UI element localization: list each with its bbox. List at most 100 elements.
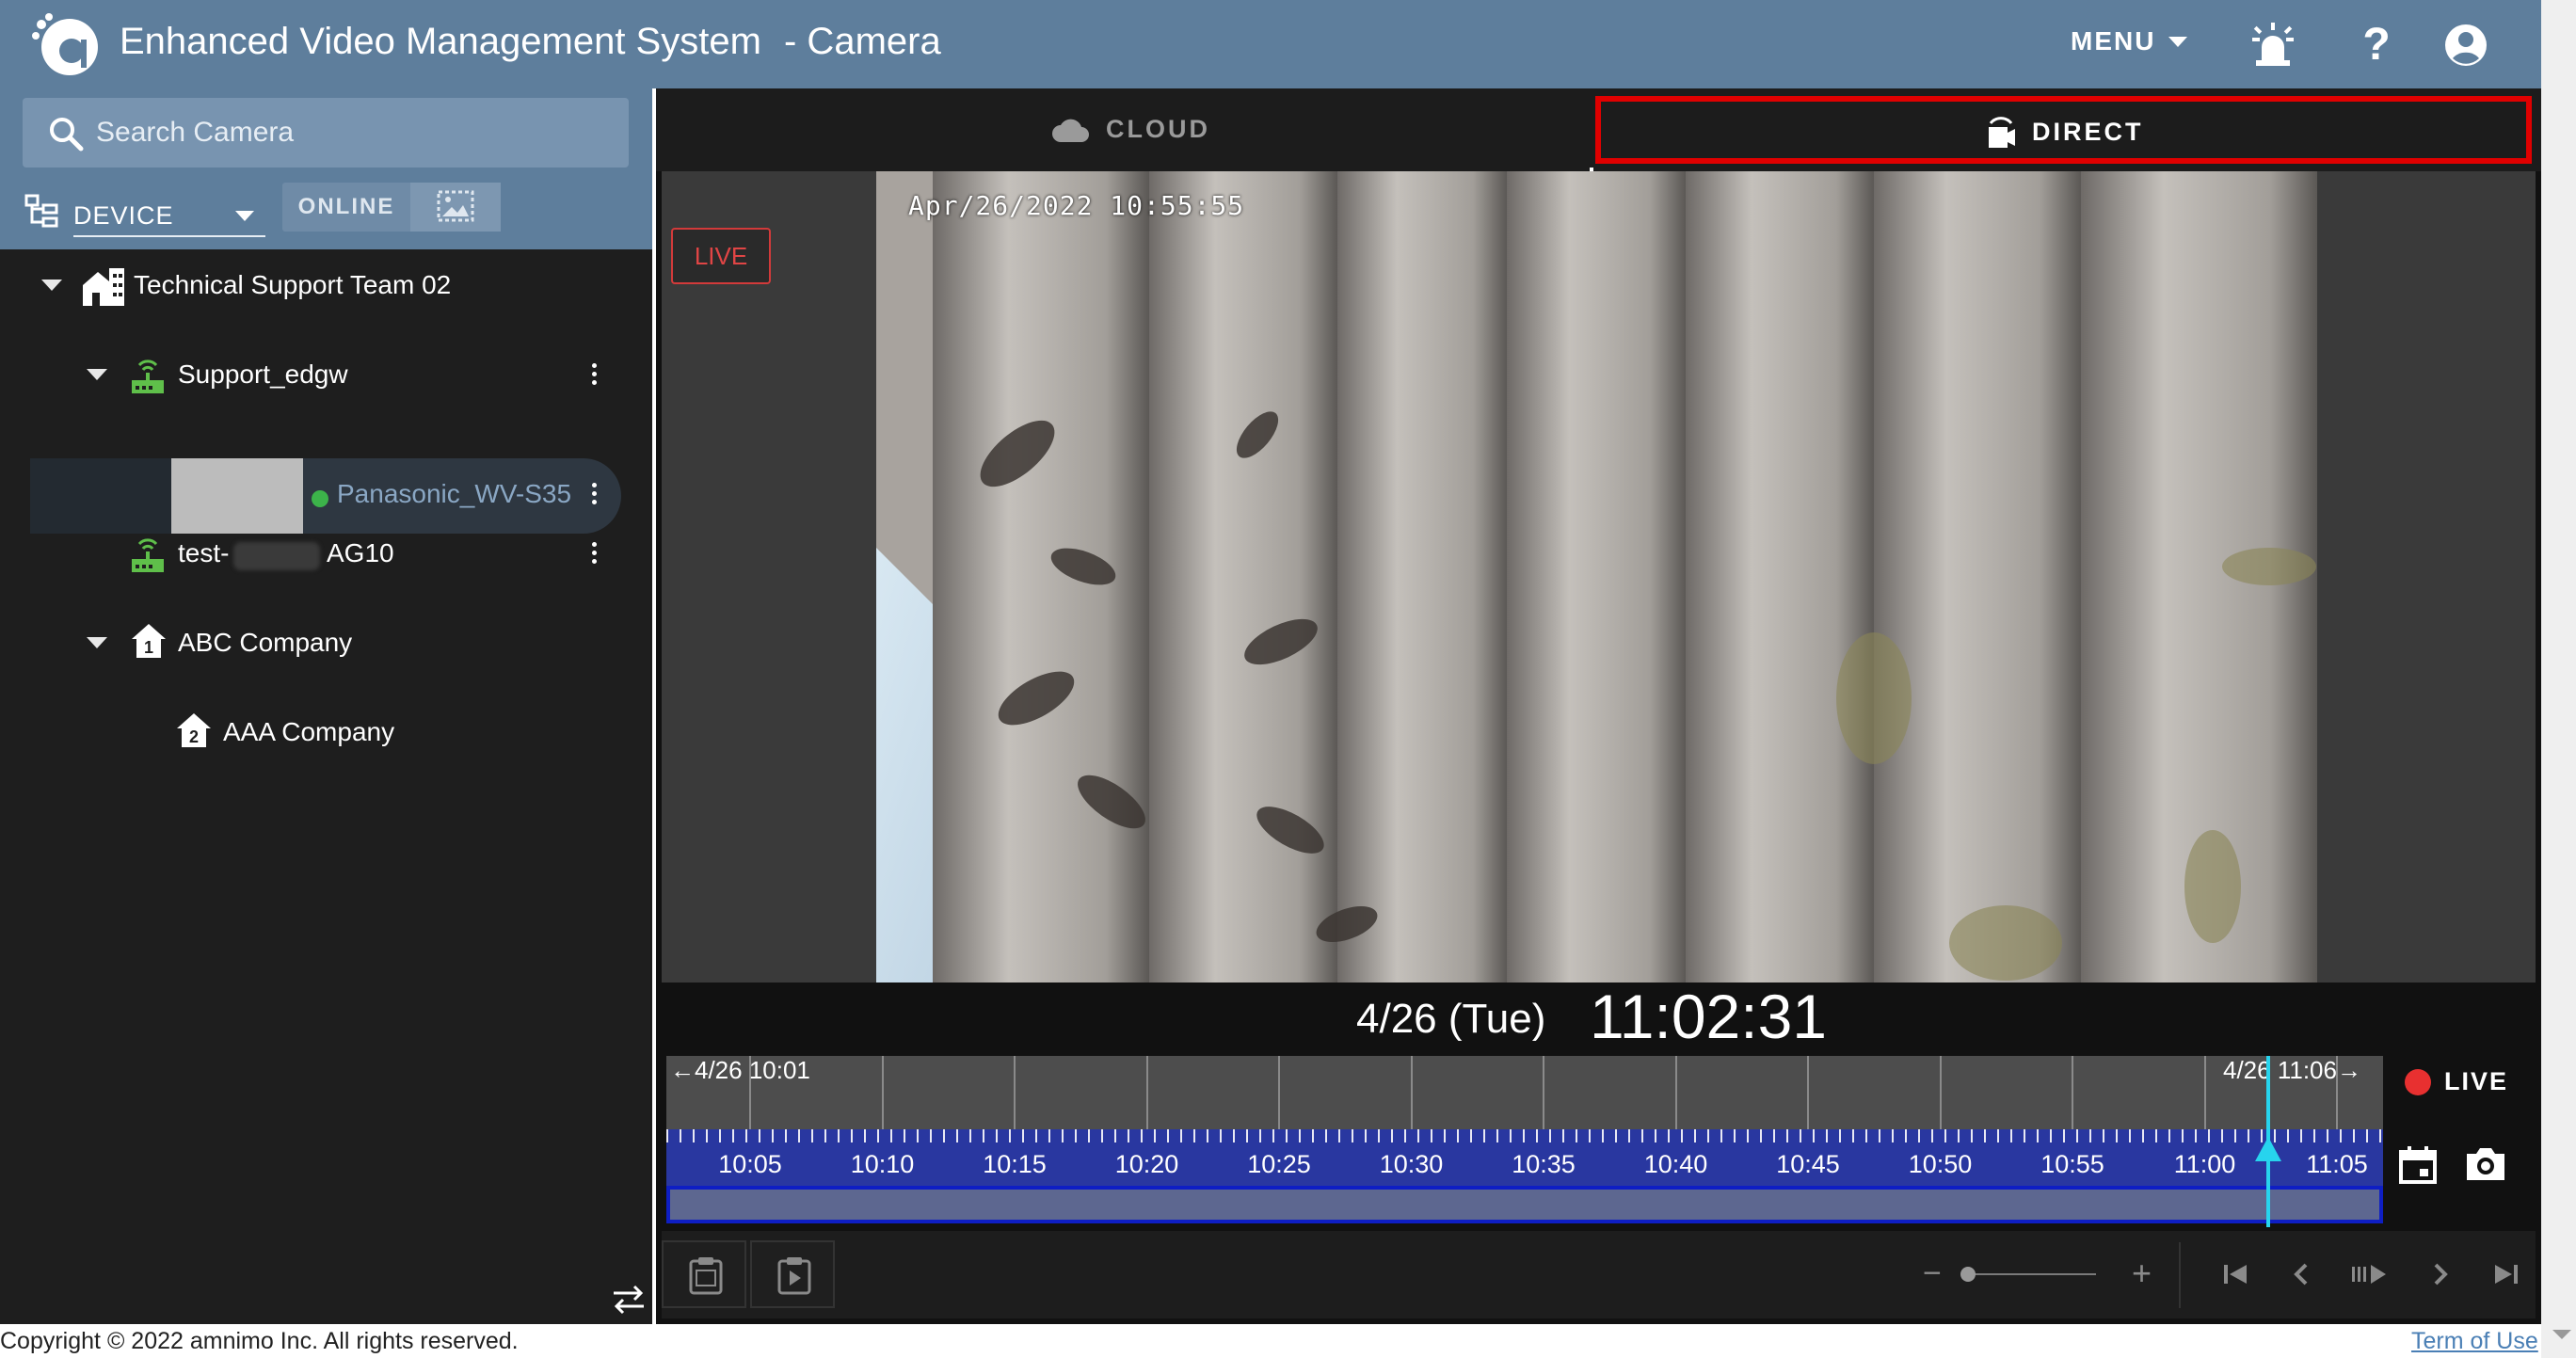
playback-controls: − +: [662, 1231, 2536, 1318]
timeline-tick-label: 10:10: [850, 1150, 915, 1178]
tree-item-label-suffix: AG10: [327, 538, 394, 567]
zoom-in-button[interactable]: +: [2132, 1254, 2152, 1293]
timeline-end-label: 4/26 11:06: [2223, 1056, 2337, 1084]
timeline-tick-label: 10:15: [983, 1150, 1047, 1178]
timeline-major-line: [1410, 1056, 1413, 1129]
account-icon[interactable]: [2440, 19, 2492, 72]
timeline-minute-ticks: [666, 1129, 2383, 1142]
live-badge[interactable]: LIVE: [671, 228, 771, 284]
chevron-down-icon[interactable]: [87, 637, 107, 648]
timeline-tick-label: 10:45: [1776, 1150, 1840, 1178]
tab-cloud[interactable]: CLOUD: [656, 88, 1594, 171]
video-timestamp: Apr/26/2022 10:55:55: [908, 190, 1245, 221]
tree-item-label: Technical Support Team 02: [134, 270, 452, 299]
search-input[interactable]: [96, 107, 604, 158]
more-options-icon[interactable]: [589, 481, 599, 511]
home-1-icon: 1: [132, 624, 166, 658]
timeline-tick-label: 10:40: [1643, 1150, 1708, 1178]
chevron-down-icon[interactable]: [87, 369, 107, 380]
timeline-major-line: [1674, 1056, 1677, 1129]
scroll-down-icon[interactable]: [2552, 1330, 2571, 1339]
timeline-range-start[interactable]: ←4/26 10:01: [670, 1056, 810, 1085]
tab-direct[interactable]: DIRECT: [1595, 96, 2532, 164]
app-logo-icon: [32, 13, 98, 75]
menu-button[interactable]: MENU: [2071, 26, 2188, 56]
playback-timeline[interactable]: ←4/26 10:01 4/26 11:06→ 10:05 10:10 10:15 1…: [666, 1056, 2383, 1227]
tree-item-technical-support-team[interactable]: Technical Support Team 02: [0, 249, 652, 325]
timeline-tick-label: 10:05: [718, 1150, 782, 1178]
datetime-display: 4/26 (Tue) 11:02:31: [662, 982, 2536, 1056]
search-icon: [50, 118, 84, 152]
divider: [2179, 1242, 2181, 1308]
cloud-icon: [1052, 119, 1089, 142]
app-header: Enhanced Video Management System - Camer…: [0, 0, 2541, 88]
timeline-range-end[interactable]: 4/26 11:06→: [2223, 1056, 2361, 1085]
calendar-icon[interactable]: [2397, 1144, 2439, 1186]
device-type-select[interactable]: DEVICE: [73, 196, 265, 237]
tab-cloud-label: CLOUD: [1106, 115, 1210, 143]
step-forward-icon[interactable]: [2422, 1255, 2459, 1293]
svg-text:2: 2: [189, 727, 199, 746]
timeline-major-line: [1145, 1056, 1148, 1129]
main-panel: CLOUD DIRECT LIVE Apr/26/2022 10:55:55 4…: [656, 88, 2541, 1324]
zoom-slider-track[interactable]: [1970, 1273, 2096, 1275]
zoom-out-button[interactable]: −: [1923, 1255, 1942, 1292]
clip-list-button[interactable]: [662, 1240, 746, 1308]
skip-to-end-icon[interactable]: [2488, 1255, 2525, 1293]
timeline-major-line: [1014, 1056, 1016, 1129]
zoom-slider-handle[interactable]: [1960, 1267, 1976, 1282]
timeline-cursor-handle[interactable]: [2255, 1137, 2281, 1161]
timeline-tick-label: 10:30: [1379, 1150, 1444, 1178]
timeline-major-line: [881, 1056, 884, 1129]
timeline-major-line: [2072, 1056, 2073, 1129]
play-icon[interactable]: [2348, 1255, 2393, 1293]
alarm-light-icon[interactable]: [2247, 19, 2299, 72]
time-label: 11:02:31: [1590, 982, 1828, 1051]
step-back-icon[interactable]: [2282, 1255, 2320, 1293]
building-icon: [83, 268, 124, 306]
more-options-icon[interactable]: [589, 361, 599, 391]
timeline-major-line: [1807, 1056, 1809, 1129]
tree-item-label: ABC Company: [178, 628, 353, 657]
live-label: LIVE: [2444, 1067, 2509, 1095]
term-of-use-link[interactable]: Term of Use: [2411, 1328, 2538, 1355]
tree-item-abc-company[interactable]: 1 ABC Company: [0, 607, 652, 682]
timeline-major-line: [2203, 1056, 2206, 1129]
clip-playback-button[interactable]: [750, 1240, 835, 1308]
device-tree-icon: [24, 194, 58, 228]
menu-label: MENU: [2071, 26, 2156, 56]
timeline-tick-label: 11:00: [2173, 1150, 2236, 1178]
home-2-icon: 2: [177, 713, 211, 747]
snapshot-camera-icon[interactable]: [2463, 1142, 2508, 1184]
skip-to-start-icon[interactable]: [2216, 1255, 2254, 1293]
app-title: Enhanced Video Management System: [120, 21, 761, 62]
chevron-down-icon: [2168, 36, 2188, 47]
swap-arrows-icon[interactable]: [610, 1282, 648, 1316]
online-filter-button[interactable]: ONLINE: [282, 183, 410, 232]
tree-item-aaa-company[interactable]: 2 AAA Company: [0, 696, 652, 772]
timeline-tick-label: 10:25: [1247, 1150, 1311, 1178]
go-live-button[interactable]: LIVE: [2405, 1067, 2508, 1096]
search-box[interactable]: [23, 98, 629, 168]
svg-text:1: 1: [144, 638, 153, 657]
timeline-recording-bar[interactable]: [666, 1186, 2383, 1223]
tree-item-support-edgw[interactable]: Support_edgw: [0, 339, 652, 414]
timeline-tick-label: 10:50: [1908, 1150, 1973, 1178]
timeline-tick-label: 10:55: [2040, 1150, 2104, 1178]
device-select-value: DEVICE: [73, 201, 174, 230]
thumbnail-icon: [437, 190, 474, 222]
sidebar: DEVICE ONLINE: [0, 88, 652, 1324]
tree-item-test-gateway[interactable]: test- AG10: [0, 518, 652, 593]
timeline-major-line: [1543, 1056, 1544, 1129]
clipboard-icon: [689, 1257, 723, 1295]
clipboard-play-icon: [777, 1257, 811, 1295]
video-area: LIVE Apr/26/2022 10:55:55: [662, 171, 2536, 983]
chevron-down-icon[interactable]: [41, 280, 62, 291]
timeline-tick-label: 10:20: [1114, 1150, 1179, 1178]
camera-video-frame[interactable]: Apr/26/2022 10:55:55: [876, 171, 2317, 983]
more-options-icon[interactable]: [589, 540, 599, 570]
timeline-tick-label: 10:35: [1512, 1150, 1576, 1178]
page-scrollbar[interactable]: [2541, 0, 2576, 1358]
help-icon[interactable]: ?: [2350, 19, 2403, 72]
thumbnail-view-button[interactable]: [410, 183, 501, 232]
